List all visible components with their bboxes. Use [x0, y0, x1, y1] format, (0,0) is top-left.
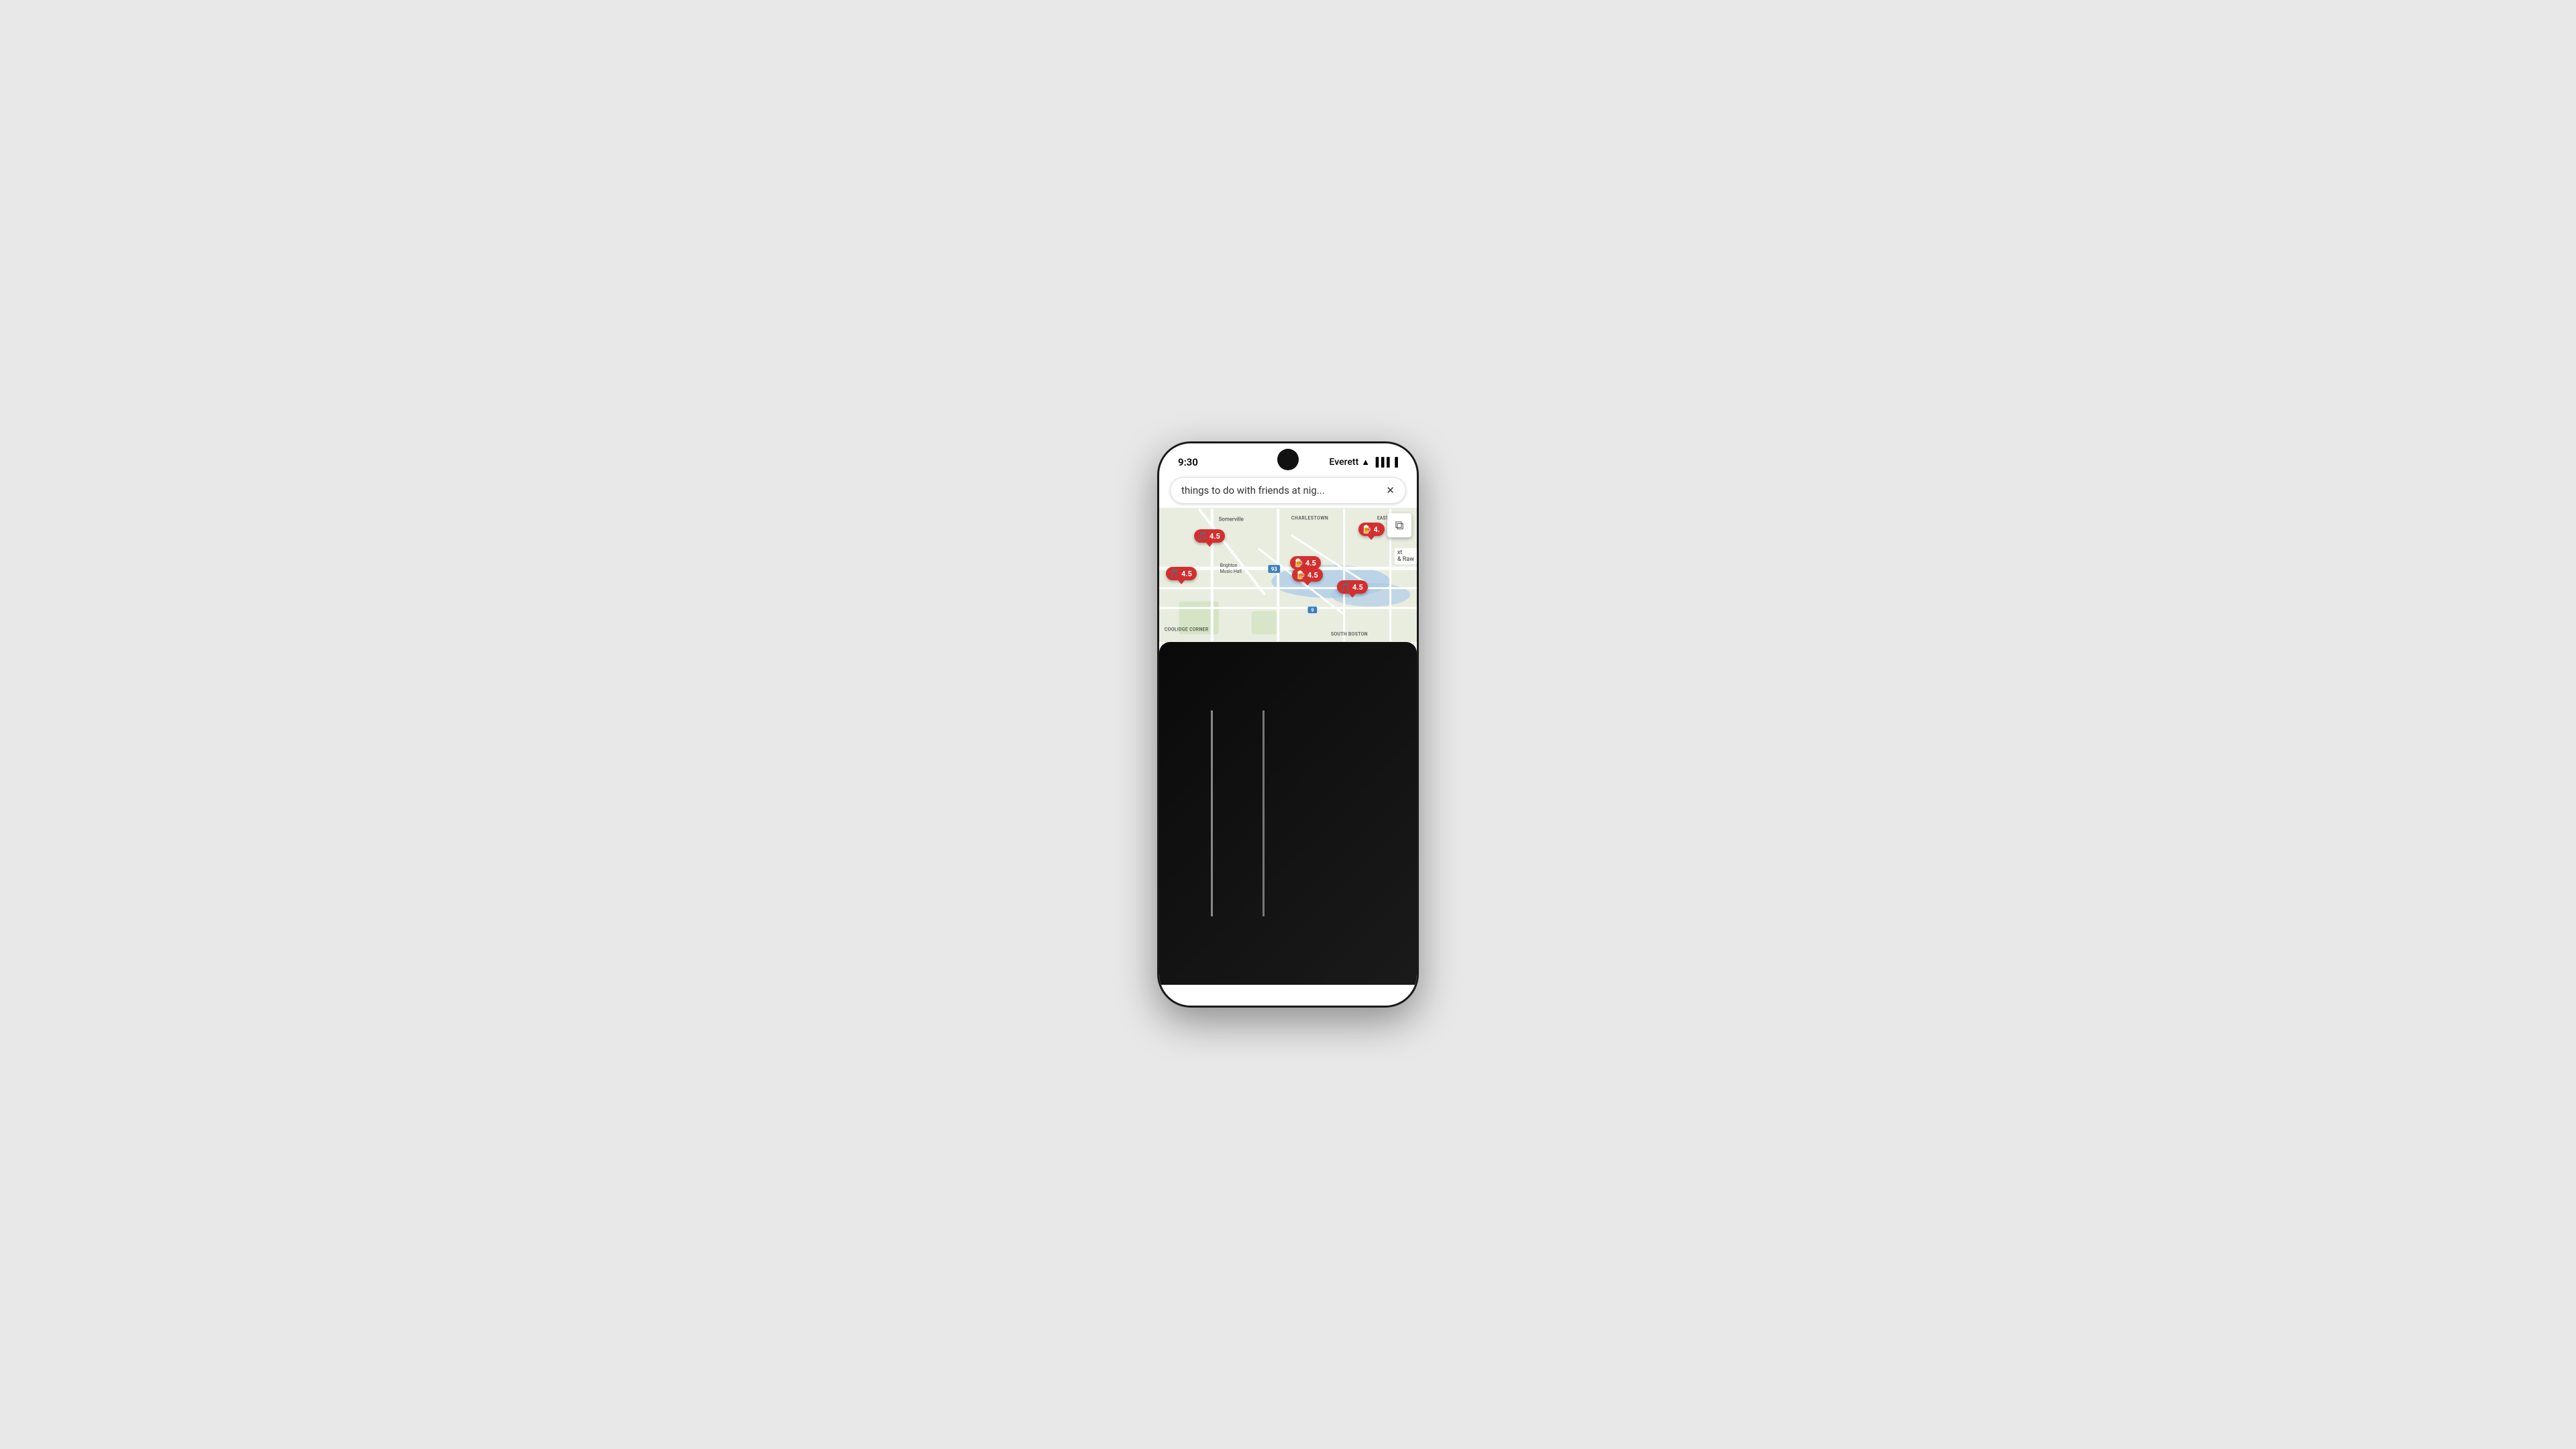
bar-icon-1: 🍺 — [1362, 525, 1372, 534]
svg-text:CHARLESTOWN: CHARLESTOWN — [1291, 515, 1328, 521]
map-pin-1[interactable]: 🎵 4.5 — [1194, 529, 1225, 543]
map-side-text: xt & Raw — [1395, 548, 1417, 564]
svg-text:COOLIDGE CORNER: COOLIDGE CORNER — [1165, 627, 1209, 633]
bar-icon-2: 🍺 — [1293, 558, 1303, 568]
svg-text:Brighton: Brighton — [1220, 563, 1238, 568]
venue-cards-scroll: The Sinclair ⭐ 4.5 · (1,603) · 5.1 mi "C… — [1159, 758, 1417, 913]
pin-rating-3: 4. — [1373, 525, 1380, 534]
status-bar: 9:30 Everett ▲ ▐▐▐ ▐ — [1159, 443, 1417, 473]
wifi-icon: ▲ — [1361, 457, 1370, 468]
map-pin-6[interactable]: 🎵 4.5 — [1337, 580, 1368, 594]
club-image — [1364, 761, 1411, 824]
bar-icon-3: 🍺 — [1295, 570, 1305, 580]
map-pin-5[interactable]: 🍺 4.5 — [1292, 568, 1323, 582]
pin-rating-1: 4.5 — [1210, 532, 1220, 541]
svg-text:Music Hall: Music Hall — [1220, 569, 1242, 574]
search-query-top: things to do with friends at nig... — [1181, 484, 1325, 496]
map-layer-button[interactable]: ⧉ — [1387, 513, 1411, 537]
map-pin-4[interactable]: 🍺 4.5 — [1290, 556, 1321, 570]
search-bar-top[interactable]: things to do with friends at nig... ✕ — [1170, 477, 1406, 504]
status-time: 9:30 — [1178, 456, 1198, 468]
battery-icon: ▐ — [1392, 457, 1398, 468]
svg-text:SOUTH BOSTON: SOUTH BOSTON — [1331, 632, 1368, 637]
search-close-button[interactable]: ✕ — [1386, 484, 1395, 496]
svg-text:93: 93 — [1271, 566, 1278, 572]
pin-rating-6: 4.5 — [1352, 583, 1363, 592]
map-container[interactable]: 93 9 Somerville CHARLESTOWN EAST BOSTON … — [1159, 508, 1417, 642]
music-icon-1: 🎵 — [1197, 531, 1208, 541]
layers-icon: ⧉ — [1395, 519, 1404, 533]
bottom-sheet: things to do with friends a... ⤴ ✕ ⊟ Sor… — [1159, 642, 1417, 985]
svg-text:Somerville: Somerville — [1219, 516, 1244, 522]
status-location: Everett — [1330, 457, 1359, 468]
music-icon-3: 🎵 — [1340, 582, 1350, 592]
signal-bars: ▐▐▐ — [1373, 457, 1389, 468]
camera-notch — [1277, 449, 1299, 470]
phone-frame: 9:30 Everett ▲ ▐▐▐ ▐ things to do with f… — [1157, 441, 1419, 1008]
pin-rating-5: 4.5 — [1307, 571, 1318, 580]
venue-card-club[interactable]: Club Pa... ⭐ 4.7 — [1364, 761, 1411, 905]
music-icon-2: 🎵 — [1169, 569, 1179, 578]
pin-rating-4: 4.5 — [1305, 559, 1316, 568]
svg-text:9: 9 — [1311, 608, 1313, 613]
pin-rating-2: 4.5 — [1181, 570, 1192, 578]
status-right: Everett ▲ ▐▐▐ ▐ — [1330, 457, 1398, 468]
map-pin-3[interactable]: 🍺 4. — [1358, 523, 1385, 536]
map-pin-2[interactable]: 🎵 4.5 — [1166, 567, 1197, 580]
